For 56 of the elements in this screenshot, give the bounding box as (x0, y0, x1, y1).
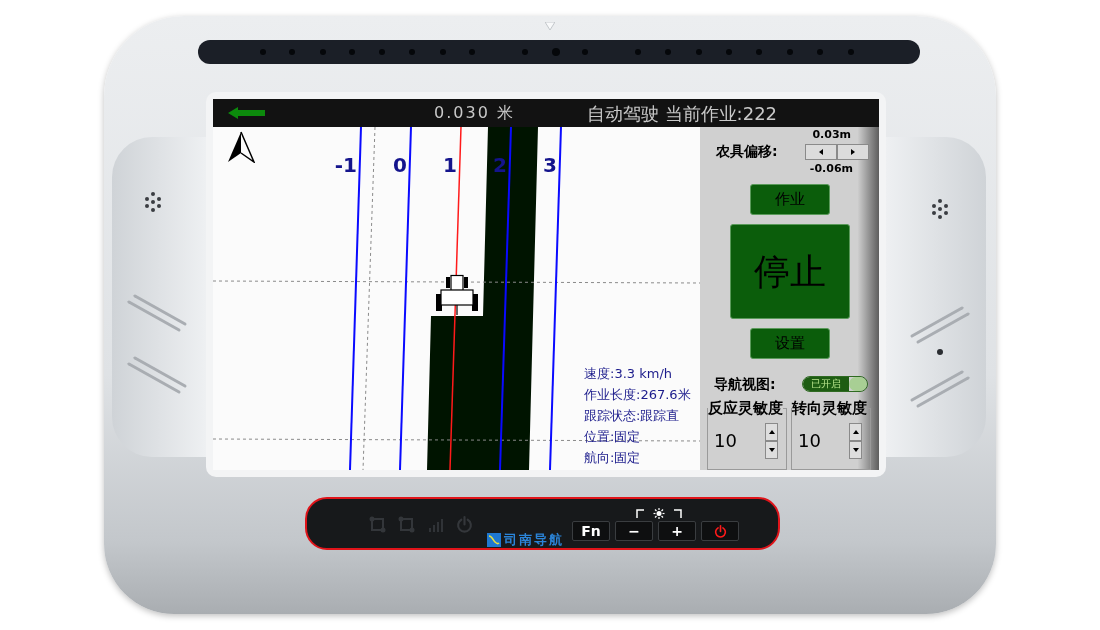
number-field[interactable]: 10 (714, 431, 737, 451)
toggle-switch[interactable]: 已开启 (802, 376, 868, 392)
speaker-holes-icon (929, 198, 951, 220)
spin-down-button[interactable] (849, 441, 862, 459)
caret-left-icon (819, 148, 823, 155)
faint-bars-icon (427, 516, 444, 533)
offset-label: 农具偏移: (716, 143, 778, 160)
grip-ridges-drawing (909, 369, 971, 409)
logo-icon (487, 533, 501, 547)
status-text: 速度:3.3 km/h (584, 365, 673, 383)
offset-right-button[interactable] (837, 143, 869, 160)
power-icon (713, 524, 727, 538)
lane-label: 3 (543, 153, 557, 177)
brand-text: 司南导航 (504, 533, 564, 547)
status-text: 航向:固定 (584, 449, 642, 467)
tractor-icon (436, 274, 478, 316)
hardware-key[interactable]: Fn (572, 521, 610, 541)
hole-icon (937, 349, 943, 355)
lane-label: 2 (493, 153, 507, 177)
spin-down-button[interactable] (765, 441, 778, 459)
number-field[interactable]: 10 (798, 431, 821, 451)
power-key[interactable] (701, 521, 739, 541)
grip-ridges-drawing (909, 305, 971, 345)
caret-up-icon (852, 430, 859, 434)
lane-label: 1 (443, 153, 457, 177)
north-arrow-icon (227, 131, 255, 163)
status-text: 位置:固定 (584, 428, 642, 446)
faint-grid-icon (369, 516, 386, 533)
spin-up-button[interactable] (765, 423, 778, 441)
group-label: 转向灵敏度 (792, 400, 867, 417)
lane-label: 0 (393, 153, 407, 177)
brightness-icon (636, 508, 682, 519)
offset-reading: 0.030 米 (434, 102, 515, 124)
group-label: 反应灵敏度 (708, 400, 783, 417)
back-arrow-icon[interactable] (228, 107, 265, 119)
power-icon (456, 516, 473, 533)
offset-value: 0.03m (812, 129, 851, 141)
mode-status: 自动驾驶 当前作业:222 (586, 101, 778, 126)
grip-ridges-drawing (126, 293, 188, 333)
caret-down-icon (768, 448, 775, 452)
faint-grid-icon (398, 516, 415, 533)
triangle-mark-icon (545, 22, 555, 30)
offset-value: -0.06m (809, 163, 853, 175)
grip-ridges-drawing (126, 355, 188, 395)
offset-left-button[interactable] (805, 143, 837, 160)
speaker-holes-icon (142, 191, 164, 213)
spin-up-button[interactable] (849, 423, 862, 441)
caret-up-icon (768, 430, 775, 434)
status-text: 跟踪状态:跟踪直 (584, 407, 681, 425)
caret-down-icon (852, 448, 859, 452)
caret-right-icon (851, 148, 855, 155)
nav-view-label: 导航视图: (714, 376, 776, 392)
lane-label: -1 (334, 153, 357, 177)
hardware-key[interactable]: + (658, 521, 696, 541)
hardware-key[interactable]: − (615, 521, 653, 541)
status-text: 作业长度:267.6米 (584, 386, 691, 404)
